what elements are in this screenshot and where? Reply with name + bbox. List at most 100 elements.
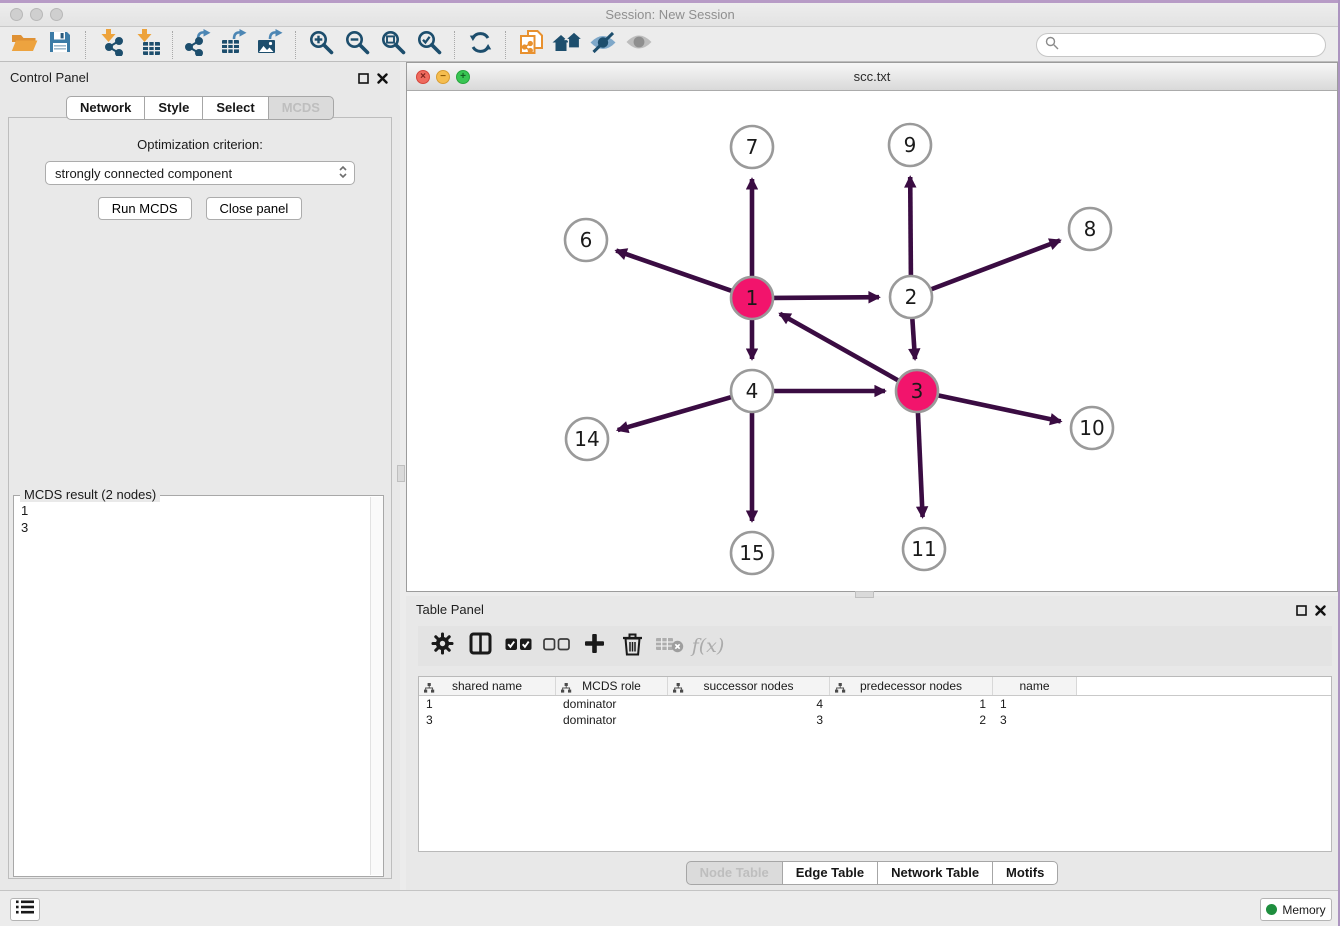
edge-3-1[interactable]: [780, 314, 899, 381]
tab-style[interactable]: Style: [144, 96, 203, 120]
table-cell[interactable]: 4: [668, 696, 830, 712]
graph-node-2[interactable]: 2: [890, 276, 932, 318]
table-cell[interactable]: 3: [419, 712, 556, 728]
search-icon: [1045, 36, 1059, 55]
horizontal-splitter-handle[interactable]: [855, 591, 874, 598]
float-table-panel-icon[interactable]: [1296, 603, 1307, 621]
tab-motifs[interactable]: Motifs: [992, 861, 1058, 885]
export-image-button[interactable]: [252, 30, 288, 60]
column-header-predecessor-nodes[interactable]: predecessor nodes: [830, 677, 993, 695]
column-header-successor-nodes[interactable]: successor nodes: [668, 677, 830, 695]
export-table-icon: [221, 29, 248, 61]
column-settings-gear-button[interactable]: [427, 631, 457, 661]
task-history-button[interactable]: [10, 898, 40, 921]
export-network-button[interactable]: [180, 30, 216, 60]
graph-node-label: 1: [746, 286, 759, 310]
export-table-button[interactable]: [216, 30, 252, 60]
criterion-dropdown[interactable]: strongly connected component: [45, 161, 355, 185]
graph-node-6[interactable]: 6: [565, 219, 607, 261]
tab-select[interactable]: Select: [202, 96, 268, 120]
zoom-window-button[interactable]: [50, 8, 63, 21]
import-table-button[interactable]: [129, 30, 165, 60]
unselect-all-columns-button[interactable]: [541, 631, 571, 661]
import-network-button[interactable]: [93, 30, 129, 60]
table-cell[interactable]: 2: [830, 712, 993, 728]
close-table-panel-icon[interactable]: [1315, 603, 1326, 621]
search-box[interactable]: [1036, 33, 1326, 57]
tab-network[interactable]: Network: [66, 96, 145, 120]
table-row[interactable]: 1dominator411: [419, 696, 1331, 712]
table-cell[interactable]: 1: [830, 696, 993, 712]
graph-node-9[interactable]: 9: [889, 124, 931, 166]
float-panel-icon[interactable]: [358, 71, 369, 89]
network-close-button[interactable]: ×: [416, 70, 430, 84]
edge-1-6[interactable]: [616, 251, 732, 292]
edge-4-14[interactable]: [618, 397, 732, 430]
create-column-icon: [583, 632, 606, 660]
vertical-splitter-handle[interactable]: [397, 465, 405, 482]
graph-node-8[interactable]: 8: [1069, 208, 1111, 250]
edge-1-2[interactable]: [773, 297, 879, 298]
network-graph: 7 9 6 8 1 2 4 3 14 10 15 11: [407, 91, 1337, 591]
save-session-button[interactable]: [42, 30, 78, 60]
table-cell[interactable]: dominator: [556, 712, 668, 728]
minimize-window-button[interactable]: [30, 8, 43, 21]
memory-status-icon: [1266, 904, 1277, 915]
graph-node-10[interactable]: 10: [1071, 407, 1113, 449]
zoom-out-button[interactable]: [339, 30, 375, 60]
shared-column-icon: [673, 682, 684, 696]
table-cell[interactable]: dominator: [556, 696, 668, 712]
close-window-button[interactable]: [10, 8, 23, 21]
column-header-name[interactable]: name: [993, 677, 1077, 695]
run-mcds-button[interactable]: Run MCDS: [98, 197, 192, 220]
edge-2-3[interactable]: [912, 318, 915, 359]
column-header-MCDS-role[interactable]: MCDS role: [556, 677, 668, 695]
table-row[interactable]: 3dominator323: [419, 712, 1331, 728]
select-all-columns-button[interactable]: [503, 631, 533, 661]
zoom-fit-button[interactable]: [375, 30, 411, 60]
split-panel-button[interactable]: [465, 631, 495, 661]
graph-node-11[interactable]: 11: [903, 528, 945, 570]
network-maximize-button[interactable]: +: [456, 70, 470, 84]
tab-network-table[interactable]: Network Table: [877, 861, 993, 885]
search-input[interactable]: [1064, 37, 1317, 53]
create-column-button[interactable]: [579, 631, 609, 661]
table-cell[interactable]: 1: [993, 696, 1077, 712]
graph-node-label: 2: [905, 285, 918, 309]
hide-selected-button[interactable]: [585, 30, 621, 60]
apply-layout-button[interactable]: [549, 30, 585, 60]
edge-2-8[interactable]: [931, 240, 1061, 289]
graph-node-7[interactable]: 7: [731, 126, 773, 168]
open-file-button[interactable]: [6, 30, 42, 60]
table-cell[interactable]: 1: [419, 696, 556, 712]
tab-mcds[interactable]: MCDS: [268, 96, 334, 120]
edge-2-9[interactable]: [910, 177, 911, 276]
edge-3-11[interactable]: [918, 412, 923, 517]
zoom-selected-button[interactable]: [411, 30, 447, 60]
network-window-titlebar[interactable]: × − + scc.txt: [407, 63, 1337, 91]
network-canvas[interactable]: 7 9 6 8 1 2 4 3 14 10 15 11: [407, 91, 1337, 591]
graph-node-1[interactable]: 1: [731, 277, 773, 319]
memory-button[interactable]: Memory: [1260, 898, 1332, 921]
close-panel-icon[interactable]: [377, 71, 388, 89]
refresh-view-button[interactable]: [462, 30, 498, 60]
tab-edge-table[interactable]: Edge Table: [782, 861, 878, 885]
close-panel-button[interactable]: Close panel: [206, 197, 303, 220]
table-cell[interactable]: 3: [993, 712, 1077, 728]
graph-node-3[interactable]: 3: [896, 370, 938, 412]
graph-node-14[interactable]: 14: [566, 418, 608, 460]
graph-node-label: 4: [746, 379, 759, 403]
table-cell[interactable]: 3: [668, 712, 830, 728]
delete-columns-button[interactable]: [617, 631, 647, 661]
graph-node-15[interactable]: 15: [731, 532, 773, 574]
graph-node-4[interactable]: 4: [731, 370, 773, 412]
network-minimize-button[interactable]: −: [436, 70, 450, 84]
clone-network-button[interactable]: [513, 30, 549, 60]
status-bar: Memory: [0, 890, 1340, 926]
zoom-in-button[interactable]: [303, 30, 339, 60]
result-scrollbar[interactable]: [370, 497, 383, 875]
edge-3-10[interactable]: [938, 395, 1061, 421]
tab-node-table[interactable]: Node Table: [686, 861, 783, 885]
show-all-button[interactable]: [621, 30, 657, 60]
column-header-shared-name[interactable]: shared name: [419, 677, 556, 695]
